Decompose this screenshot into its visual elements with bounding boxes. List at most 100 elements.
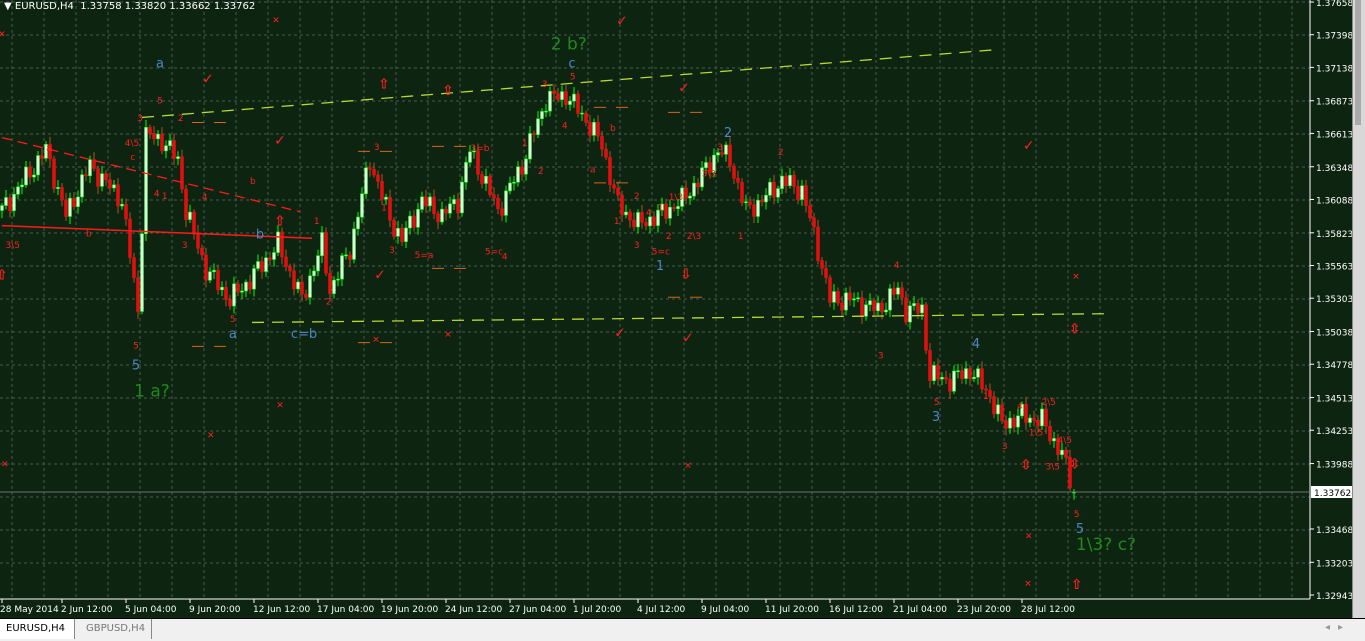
wave-label: a [46, 144, 52, 154]
candle-bear [456, 199, 460, 214]
price-tick-label: 1.37398 [1316, 32, 1352, 42]
wave-label: a [156, 57, 164, 72]
time-tick-label: 9 Jul 04:00 [701, 605, 750, 615]
candle-bull [312, 270, 316, 277]
time-tick-label: 17 Jun 04:00 [317, 605, 374, 615]
wave-label: 5 [133, 342, 139, 352]
candle-bear [808, 205, 812, 219]
wave-label: 3 [182, 241, 188, 251]
candle-bear [840, 302, 844, 311]
candle-bull [220, 286, 224, 291]
candle-bull [88, 159, 92, 177]
wave-label: 1 [614, 217, 620, 227]
up-marker-icon: ⇧ [1071, 577, 1083, 593]
candle-bull [32, 174, 36, 178]
candle-bull [976, 368, 980, 378]
chart-canvas[interactable]: 1.37658 1.37398 1.37138 1.36873 1.36613 1.363… [0, 0, 1353, 618]
time-tick-label: 2 Jun 12:00 [61, 605, 113, 615]
scroll-left-icon[interactable]: ◂ [1325, 622, 1338, 633]
candle-bear [172, 140, 176, 159]
candle-bull [776, 188, 780, 198]
wave-label: 5=c [652, 247, 670, 257]
wave-label: 5 [157, 96, 163, 106]
candle-bull [420, 196, 424, 210]
scroll-right-icon[interactable]: ▸ [1338, 622, 1351, 633]
candle-bull [1008, 417, 1012, 429]
wave-label: 1 [381, 203, 387, 213]
cross-marker-icon: ✕ [0, 30, 6, 40]
candle-bull [256, 261, 260, 269]
price-tick-label: 1.37658 [1316, 0, 1352, 9]
candle-bull [912, 303, 916, 307]
candle-bear [60, 187, 64, 201]
collapse-triangle-icon[interactable]: ▼ [4, 1, 15, 12]
time-tick-label: 21 Jul 04:00 [893, 605, 947, 615]
candle-bear [348, 254, 352, 260]
wave-label: c [568, 57, 575, 72]
wave-label: 4\5 [125, 139, 139, 149]
price-chart[interactable]: 1.37658 1.37398 1.37138 1.36873 1.36613 1.363… [0, 0, 1353, 618]
wave-label: 3=b [471, 144, 490, 154]
wave-label: 2 [634, 192, 640, 202]
trendline [1, 224, 313, 239]
candle-bear [980, 368, 984, 390]
wave-label: 4\5 [1058, 436, 1072, 446]
candle-bear [1044, 408, 1048, 427]
candle-bear [136, 277, 140, 312]
candle-bear [564, 91, 568, 105]
candle-bull [852, 298, 856, 301]
candle-bull [252, 268, 256, 290]
wave-label: 5 [1076, 522, 1084, 537]
candle-bear [600, 135, 604, 150]
candle-bull [240, 290, 244, 293]
candle-bear [936, 365, 940, 380]
candle-bear [748, 201, 752, 205]
candle-bear [948, 378, 952, 392]
wave-label: 3 [374, 143, 380, 153]
vertical-scrollbar[interactable] [1352, 0, 1365, 618]
wave-label: 1\5 [1029, 428, 1043, 438]
candle-bull [336, 278, 340, 281]
wave-label: 2 [326, 298, 332, 308]
wave-label: 3 [932, 410, 940, 425]
candle-bear [228, 299, 232, 307]
price-tick-label: 1.36088 [1316, 196, 1352, 206]
candle-bull [964, 368, 968, 379]
wave-label: 3 [878, 352, 884, 362]
candle-bull [536, 118, 540, 135]
candle-bear [728, 144, 732, 167]
candle-bear [200, 247, 204, 256]
candle-bull [940, 376, 944, 380]
wave-label: 1\3? c? [1076, 535, 1136, 555]
time-tick-label: 11 Jul 20:00 [765, 605, 819, 615]
cross-marker-icon: ✕ [1024, 580, 1032, 590]
candle-bear [280, 231, 284, 258]
candle-bear [412, 215, 416, 228]
candle-bull [1060, 449, 1064, 455]
wave-label: a [590, 166, 596, 176]
wave-label: 5 [132, 358, 140, 373]
wave-label: 3\5 [1046, 462, 1060, 472]
candle-bull [724, 144, 728, 155]
candle-bull [188, 211, 192, 220]
wave-label: 3 [542, 80, 548, 90]
candle-bull [888, 288, 892, 311]
wave-label: 5 [1074, 510, 1080, 520]
check-marker-icon: ✓ [202, 71, 214, 87]
wave-label: 3\5 [6, 241, 20, 251]
candle-bear [64, 199, 68, 217]
tab-gbpusd-h4[interactable]: GBPUSD,H4 [80, 619, 153, 639]
candle-bear [632, 219, 636, 228]
scrollbar-thumb[interactable] [1355, 0, 1361, 125]
candle-bear [772, 181, 776, 198]
candle-bull [548, 90, 552, 112]
candle-bull [100, 173, 104, 187]
cross-marker-icon: ✕ [444, 331, 452, 341]
candle-bear [620, 194, 624, 216]
candle-bear [1004, 420, 1008, 429]
candle-bear [1024, 403, 1028, 423]
tab-eurusd-h4[interactable]: EURUSD,H4 [0, 619, 75, 639]
candle-bull [1040, 408, 1044, 427]
candle-bear [552, 90, 556, 94]
candle-bull [528, 133, 532, 160]
